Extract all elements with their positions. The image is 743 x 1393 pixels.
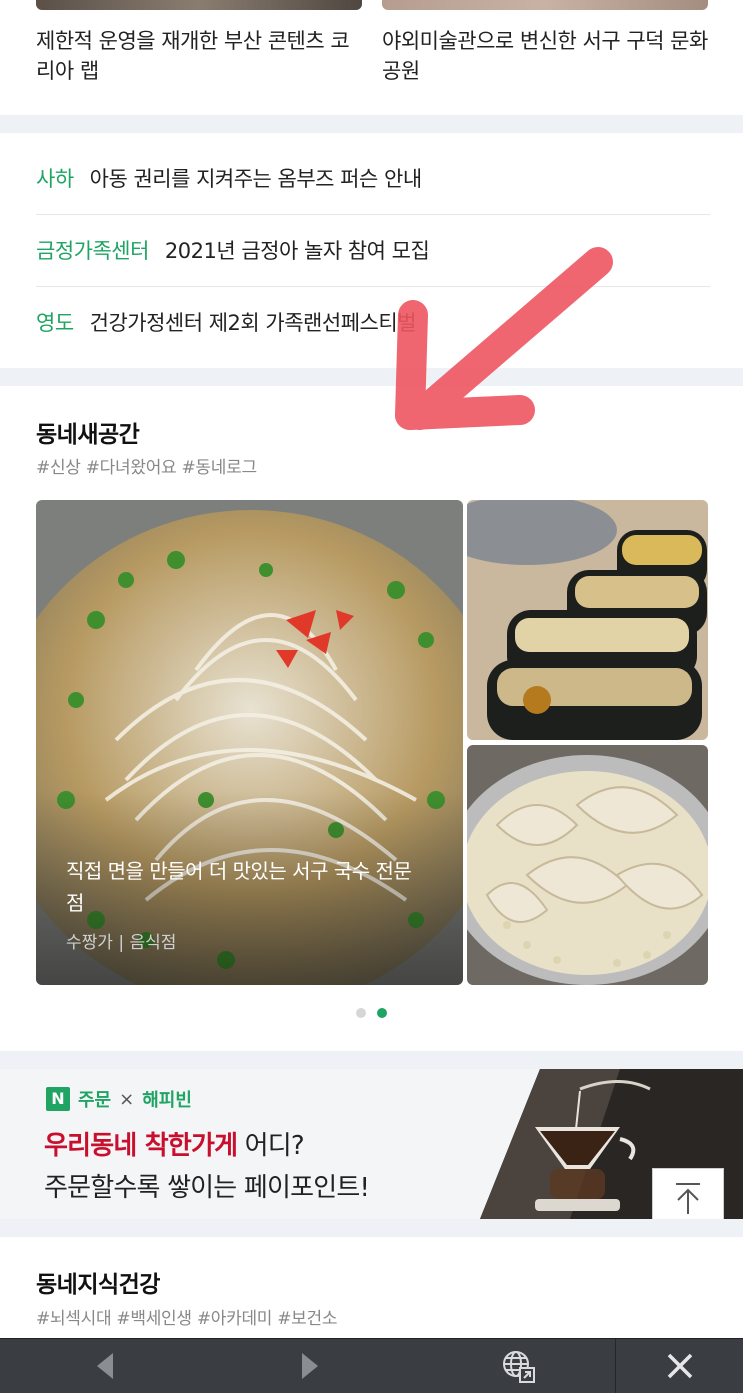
side-photo-dumplings[interactable] bbox=[467, 745, 708, 985]
dumpling-image bbox=[467, 745, 708, 985]
pagination-dot[interactable] bbox=[356, 1008, 366, 1018]
section-title: 동네새공간 bbox=[36, 422, 140, 448]
web-button[interactable] bbox=[490, 1339, 545, 1393]
forward-button[interactable] bbox=[285, 1339, 335, 1393]
pagination-dot-active[interactable] bbox=[377, 1008, 387, 1018]
happybean-banner[interactable]: N 주문 × 해피빈 우리동네 착한가게 어디? 주문할수록 쌓이는 페이포인트… bbox=[0, 1069, 743, 1219]
side-photo-gimbap[interactable] bbox=[467, 500, 708, 740]
banner-headline: 우리동네 착한가게 어디? bbox=[44, 1125, 305, 1162]
top-article-title-1[interactable]: 제한적 운영을 재개한 부산 콘텐츠 코리아 랩 bbox=[36, 26, 362, 86]
main-photo-meta: 수짱가 | 음식점 bbox=[66, 933, 177, 953]
close-icon bbox=[667, 1353, 693, 1379]
banner-highlight: 우리동네 착한가게 bbox=[44, 1131, 238, 1161]
section-separator bbox=[0, 1051, 743, 1069]
section-hashtags: #신상 #다녀왔어요 #동네로그 bbox=[36, 458, 257, 478]
bar-divider bbox=[615, 1339, 616, 1393]
chevron-left-icon bbox=[97, 1353, 113, 1379]
browser-bottom-bar bbox=[0, 1338, 743, 1393]
news-item[interactable]: 영도 건강가정센터 제2회 가족랜선페스티벌 bbox=[36, 286, 710, 358]
section-title: 동네지식건강 bbox=[36, 1272, 160, 1298]
news-tag: 금정가족센터 bbox=[36, 239, 149, 263]
gimbap-image bbox=[467, 500, 708, 740]
news-tag: 영도 bbox=[36, 311, 74, 335]
top-article-thumb-2[interactable] bbox=[382, 0, 708, 10]
brand-happybean: 해피빈 bbox=[142, 1090, 192, 1111]
news-item[interactable]: 사하 아동 권리를 지켜주는 옴부즈 퍼슨 안내 bbox=[36, 142, 710, 215]
chevron-right-icon bbox=[302, 1353, 318, 1379]
main-photo-caption: 직접 면을 만들어 더 맛있는 서구 국수 전문점 bbox=[66, 859, 412, 915]
close-button[interactable] bbox=[650, 1339, 710, 1393]
news-title: 건강가정센터 제2회 가족랜선페스티벌 bbox=[89, 311, 417, 335]
banner-headline-rest: 어디? bbox=[237, 1131, 305, 1161]
news-tag: 사하 bbox=[36, 167, 74, 191]
top-article-thumb-1[interactable] bbox=[36, 0, 362, 10]
brand-order: 주문 bbox=[78, 1090, 112, 1111]
banner-subline: 주문할수록 쌓이는 페이포인트! bbox=[44, 1173, 370, 1203]
arrow-up-icon bbox=[676, 1183, 700, 1214]
section-hashtags: #뇌섹시대 #백세인생 #아카데미 #보건소 bbox=[36, 1309, 338, 1329]
news-title: 아동 권리를 지켜주는 옴부즈 퍼슨 안내 bbox=[89, 167, 423, 191]
n-logo-icon: N bbox=[46, 1087, 70, 1111]
top-article-title-2[interactable]: 야외미술관으로 변신한 서구 구덕 문화공원 bbox=[382, 26, 708, 86]
section-separator bbox=[0, 368, 743, 386]
news-item[interactable]: 금정가족센터 2021년 금정아 놀자 참여 모집 bbox=[36, 214, 710, 287]
back-button[interactable] bbox=[80, 1339, 130, 1393]
globe-icon bbox=[502, 1351, 535, 1383]
section-separator bbox=[0, 1219, 743, 1237]
brand-times: × bbox=[119, 1088, 135, 1110]
news-title: 2021년 금정아 놀자 참여 모집 bbox=[164, 239, 430, 263]
section-separator bbox=[0, 115, 743, 133]
naver-order-logo: N 주문 × 해피빈 bbox=[46, 1086, 192, 1112]
main-photo-noodles[interactable]: 직접 면을 만들어 더 맛있는 서구 국수 전문점 수짱가 | 음식점 bbox=[36, 500, 463, 985]
